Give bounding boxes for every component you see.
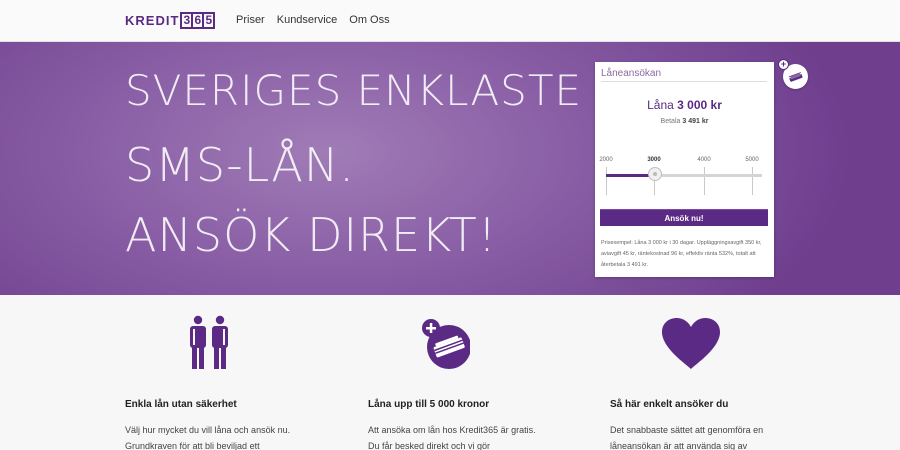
slider-tick-mark: [752, 167, 753, 195]
slider-tick-mark: [606, 167, 607, 195]
repay-amount-display: Betala 3 491 kr: [595, 118, 774, 125]
loan-amount-label: Låna: [647, 98, 674, 112]
plus-icon: +: [778, 59, 789, 70]
feature-title: Enkla lån utan säkerhet: [125, 399, 237, 410]
feature-title: Så här enkelt ansöker du: [610, 399, 729, 410]
top-navigation-bar: KREDIT 3 6 5 Priser Kundservice Om Oss: [0, 0, 900, 42]
slider-tick-label: 4000: [697, 157, 711, 163]
loan-amount-slider-track[interactable]: [606, 174, 762, 177]
nav-link-priser[interactable]: Priser: [236, 14, 265, 26]
hero-headline-line-3: ANSÖK DIREKT!: [125, 208, 498, 262]
loan-amount-value: 3 000 kr: [677, 98, 722, 112]
feature-text: Välj hur mycket du vill låna och ansök n…: [125, 425, 291, 450]
loan-amount-slider-handle[interactable]: [647, 167, 662, 181]
slider-tick-label: 5000: [745, 157, 759, 163]
feature-text: Att ansöka om lån hos Kredit365 är grati…: [368, 425, 536, 450]
feature-title: Låna upp till 5 000 kronor: [368, 399, 490, 410]
feature-text: Det snabbaste sättet att genomföra en lå…: [610, 425, 764, 450]
main-nav: Priser Kundservice Om Oss: [236, 14, 390, 26]
logo-digit: 5: [202, 12, 216, 29]
loan-amount-display: Låna 3 000 kr: [595, 98, 774, 112]
repay-value: 3 491 kr: [682, 118, 709, 125]
heart-icon: [660, 317, 722, 376]
widget-title: Låneansökan: [601, 68, 767, 82]
kredit365-logo[interactable]: KREDIT 3 6 5: [125, 12, 216, 29]
slider-tick-label: 2000: [599, 157, 613, 163]
hero-headline-line-1: SVERIGES ENKLASTE: [125, 66, 583, 115]
slider-tick-mark: [704, 167, 705, 195]
hero-headline-line-2: SMS-LÅN.: [125, 138, 355, 192]
slider-ticks: 2000 3000 4000 5000: [599, 157, 767, 195]
repay-label: Betala: [660, 118, 681, 125]
people-icon: [187, 315, 231, 378]
nav-link-kundservice[interactable]: Kundservice: [277, 14, 338, 26]
logo-text: KREDIT: [125, 13, 180, 28]
slider-tick-label: 3000: [647, 157, 661, 163]
features-section: Enkla lån utan säkerhet Välj hur mycket …: [0, 295, 900, 450]
loan-application-widget: Låneansökan Låna 3 000 kr Betala 3 491 k…: [595, 62, 774, 277]
apply-now-button[interactable]: Ansök nu!: [600, 209, 768, 226]
nav-link-om-oss[interactable]: Om Oss: [349, 14, 389, 26]
price-example-text: Prisexempel: Låna 3 000 kr i 30 dagar. U…: [601, 240, 762, 268]
money-add-icon: [420, 317, 471, 376]
